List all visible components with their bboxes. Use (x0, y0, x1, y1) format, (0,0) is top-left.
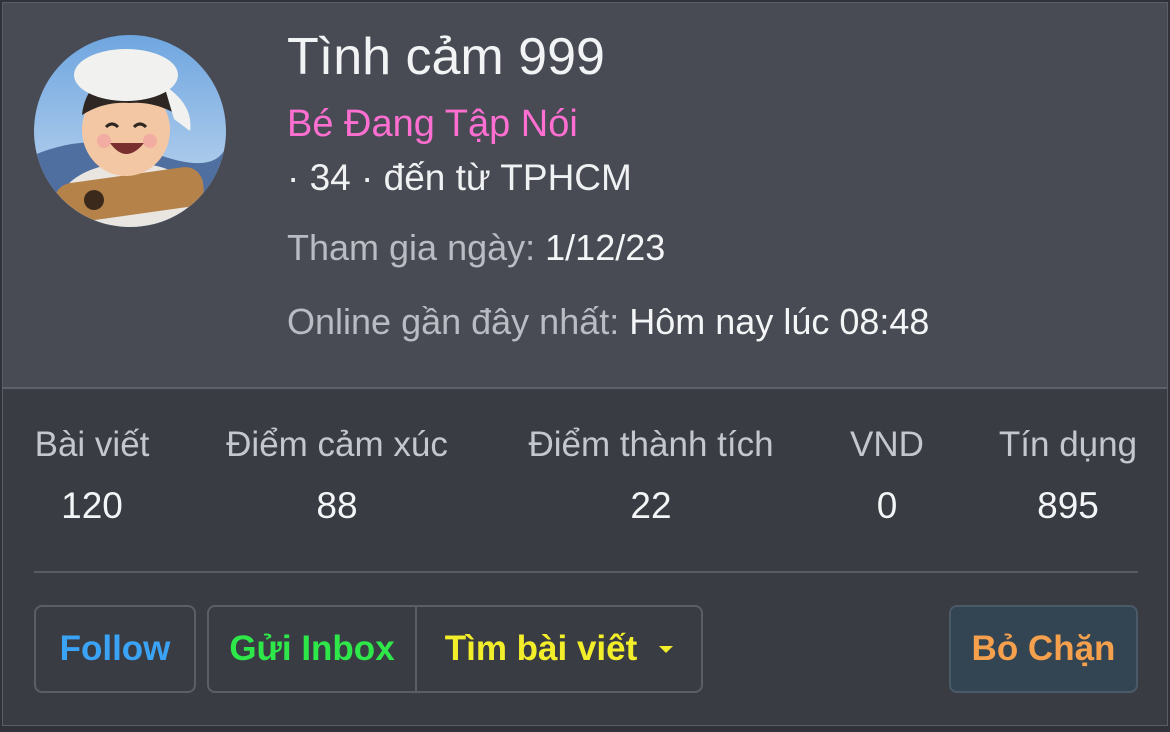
caret-down-icon (659, 645, 674, 653)
stat-vnd: VND 0 (847, 425, 927, 527)
divider (34, 571, 1138, 573)
stat-reaction-points: Điểm cảm xúc 88 (222, 425, 452, 527)
stat-value: 88 (316, 485, 358, 526)
joined-date: Tham gia ngày: 1/12/23 (287, 227, 665, 269)
stat-credits: Tín dụng 895 (995, 425, 1141, 527)
stat-posts: Bài viết 120 (32, 425, 152, 527)
joined-value: 1/12/23 (545, 227, 666, 268)
profile-info: · 34 · đến từ TPHCM (287, 157, 632, 198)
stat-label: Bài viết (34, 425, 150, 464)
follow-button[interactable]: Follow (34, 605, 196, 693)
stat-achievement-points: Điểm thành tích 22 (523, 425, 779, 527)
profile-name: Tình cảm 999 (287, 28, 605, 86)
find-posts-dropdown-button[interactable]: Tìm bài viết (417, 607, 701, 691)
send-inbox-button[interactable]: Gửi Inbox (209, 607, 417, 691)
stat-label: Điểm cảm xúc (226, 425, 448, 464)
online-value: Hôm nay lúc 08:48 (629, 301, 930, 342)
profile-rank-title: Bé Đang Tập Nói (287, 103, 578, 145)
stat-value: 22 (630, 485, 672, 526)
stat-label: Tín dụng (998, 425, 1138, 464)
stat-value: 0 (876, 485, 898, 526)
stat-label: VND (850, 425, 924, 464)
profile-header: Tình cảm 999 Bé Đang Tập Nói · 34 · đến … (3, 3, 1167, 389)
profile-stats: Bài viết 120 Điểm cảm xúc 88 Điểm thành … (3, 425, 1167, 545)
joined-label: Tham gia ngày: (287, 227, 536, 268)
profile-card: Tình cảm 999 Bé Đang Tập Nói · 34 · đến … (2, 2, 1168, 726)
avatar-image (34, 35, 226, 227)
message-search-button-group: Gửi Inbox Tìm bài viết (207, 605, 703, 693)
unblock-button[interactable]: Bỏ Chặn (949, 605, 1138, 693)
stat-value: 120 (61, 485, 123, 526)
online-label: Online gần đây nhất: (287, 301, 620, 342)
last-online: Online gần đây nhất: Hôm nay lúc 08:48 (287, 301, 929, 343)
stat-value: 895 (1037, 485, 1099, 526)
find-posts-label: Tìm bài viết (444, 629, 638, 668)
stat-label: Điểm thành tích (528, 425, 774, 464)
avatar[interactable] (34, 35, 226, 227)
